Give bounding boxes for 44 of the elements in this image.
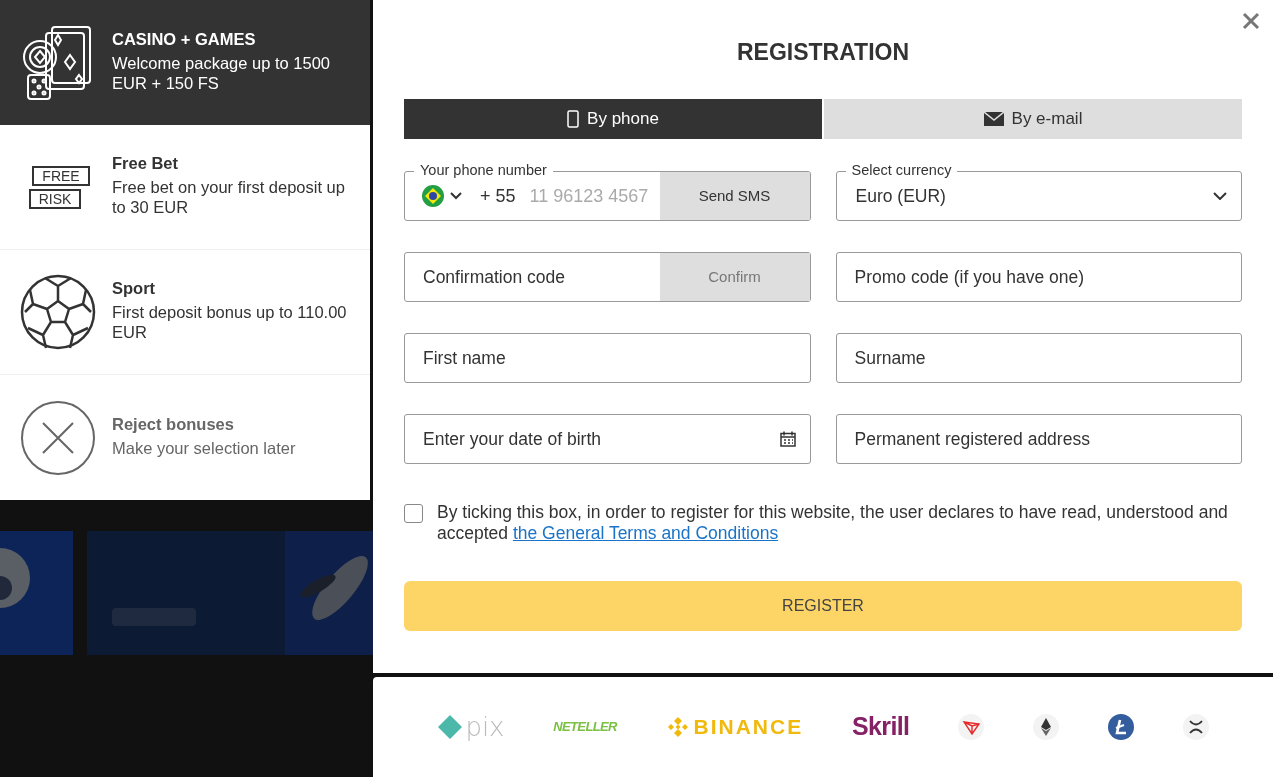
country-code: + 55 <box>480 184 516 208</box>
input-field[interactable]: Permanent registered address <box>835 414 1242 464</box>
code-input[interactable]: Confirmation code <box>405 253 660 301</box>
date-field[interactable]: Enter your date of birth <box>404 414 811 464</box>
flag-icon[interactable] <box>422 185 444 207</box>
bonus-title: CASINO + GAMES <box>112 28 257 49</box>
register-button[interactable]: REGISTER <box>404 581 1242 631</box>
close-icon[interactable] <box>1242 12 1260 30</box>
bonus-description: Welcome package up to 1500 EUR + 150 FS <box>112 52 331 93</box>
terms-link[interactable]: the General Terms and Conditions <box>512 523 779 543</box>
field-label: Your phone number <box>414 161 553 179</box>
soccer-ball-icon <box>20 274 96 350</box>
coin-icon <box>1107 714 1134 740</box>
neteller-logo: NETELLER <box>553 718 617 737</box>
tab[interactable]: By phone <box>404 99 822 139</box>
consent-text: By ticking this box, in order to register for this website, the user declares to have read, understood and accepted the General Terms and Conditions <box>437 502 1229 544</box>
chevron-down-icon[interactable] <box>450 192 462 200</box>
checkbox[interactable] <box>404 504 423 523</box>
close-circle-icon <box>20 399 96 476</box>
phone-input[interactable]: 11 96123 4567 <box>529 182 660 210</box>
bonus-description: Free bet on your first deposit up to 30 EUR <box>112 177 346 217</box>
bonus-title: Free Bet <box>112 153 180 173</box>
cards-chip-dice-icon <box>22 24 94 101</box>
input-field[interactable]: Promo code (if you have one) <box>835 252 1242 302</box>
cross-curves-icon <box>1182 714 1209 740</box>
field-label: Select currency <box>845 161 958 179</box>
bonus-description: Make your selection later <box>112 437 297 458</box>
skrill-logo: Skrill <box>852 711 910 743</box>
tab[interactable]: By e-mail <box>824 99 1242 139</box>
bonus-title: Reject bonuses <box>112 413 235 434</box>
modal-title: REGISTRATION <box>735 38 911 67</box>
pix-logo: pix <box>437 714 505 740</box>
chevron-down-icon <box>1213 192 1227 200</box>
calendar-icon[interactable] <box>779 431 796 447</box>
input-field[interactable]: First name <box>404 333 811 383</box>
input-field[interactable]: Surname <box>835 333 1242 383</box>
bonus-option[interactable]: CASINO + GAMES Welcome package up to 1500 EUR + 150 FS <box>0 0 370 125</box>
send-sms-button[interactable]: Send SMS <box>659 172 810 220</box>
binance-logo: BINANCE <box>665 711 804 743</box>
envelope-icon <box>983 112 1004 126</box>
phone-icon <box>567 110 580 128</box>
bonus-description: First deposit bonus up to 110.00 EUR <box>112 302 347 342</box>
triangle-gem-icon <box>958 714 985 740</box>
bonus-title: Sport <box>112 278 157 298</box>
